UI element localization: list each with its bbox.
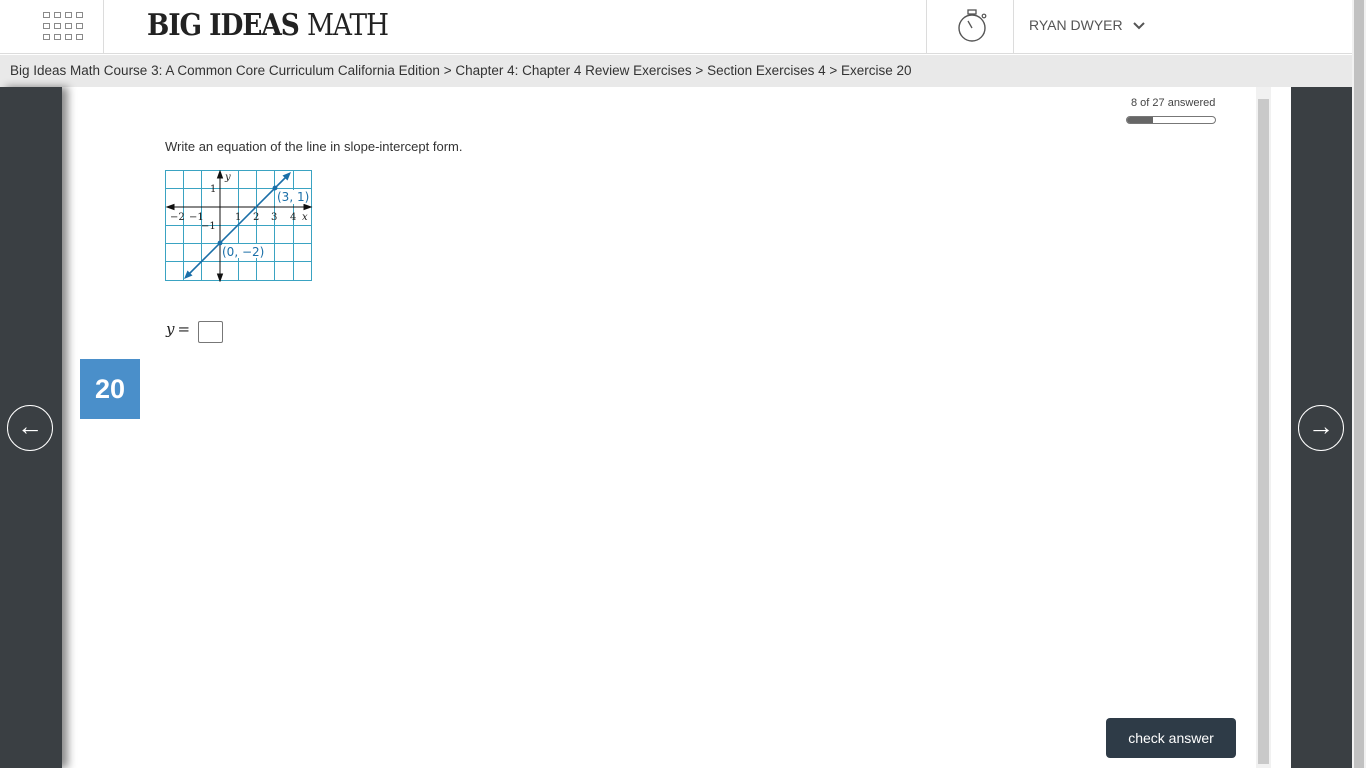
arrow-right-icon: →	[1308, 411, 1334, 441]
x-tick-label: 2	[253, 212, 259, 223]
point-b-label: (0, −2)	[222, 245, 264, 259]
question-number-badge: 20	[80, 359, 140, 419]
exercise-scrollbar-thumb[interactable]	[1258, 99, 1269, 764]
x-axis-label: x	[302, 212, 308, 223]
x-tick-label: −2	[170, 212, 185, 223]
user-menu-button[interactable]: RYAN DWYER	[1029, 17, 1145, 33]
y-axis-label: y	[224, 172, 231, 183]
progress-text: 8 of 27 answered	[1131, 97, 1216, 109]
logo-bold-text: BIG IDEAS	[147, 8, 300, 43]
grid-icon	[43, 12, 85, 42]
page-scrollbar[interactable]	[1352, 0, 1366, 768]
breadcrumb-text[interactable]: Big Ideas Math Course 3: A Common Core C…	[10, 63, 912, 78]
y-tick-label: 1	[210, 184, 216, 195]
top-header: BIG IDEAS MATH RYAN DWYER	[0, 0, 1352, 54]
timer-button[interactable]	[926, 0, 1014, 54]
answer-row: y =	[166, 320, 190, 338]
progress-bar	[1126, 116, 1216, 124]
arrow-left-icon: ←	[17, 411, 43, 441]
point-a-label: (3, 1)	[277, 190, 309, 204]
page-scrollbar-thumb[interactable]	[1354, 0, 1364, 768]
equals-sign: =	[177, 320, 191, 338]
logo-thin-text: MATH	[306, 8, 389, 43]
stopwatch-icon	[958, 9, 987, 42]
x-tick-label: 1	[235, 212, 241, 223]
chevron-down-icon	[1132, 22, 1145, 30]
apps-menu-button[interactable]	[0, 0, 104, 54]
answer-variable: y	[166, 320, 175, 338]
answer-input[interactable]	[198, 321, 223, 343]
next-exercise-button[interactable]: →	[1298, 405, 1344, 451]
check-answer-button[interactable]: check answer	[1106, 718, 1236, 758]
big-ideas-math-logo[interactable]: BIG IDEAS MATH	[147, 8, 389, 43]
exercise-scrollbar[interactable]	[1256, 87, 1271, 768]
coordinate-graph: −2 −1 1 2 3 4 1 −1 x y (3, 1) (0, −2)	[165, 170, 313, 282]
previous-exercise-button[interactable]: ←	[7, 405, 53, 451]
y-tick-label: −1	[201, 221, 216, 232]
x-tick-label: 4	[290, 212, 296, 223]
user-name: RYAN DWYER	[1029, 17, 1123, 33]
breadcrumb: Big Ideas Math Course 3: A Common Core C…	[0, 55, 1352, 87]
question-prompt: Write an equation of the line in slope-i…	[165, 139, 463, 154]
progress-fill	[1127, 117, 1154, 123]
x-tick-label: 3	[271, 212, 277, 223]
